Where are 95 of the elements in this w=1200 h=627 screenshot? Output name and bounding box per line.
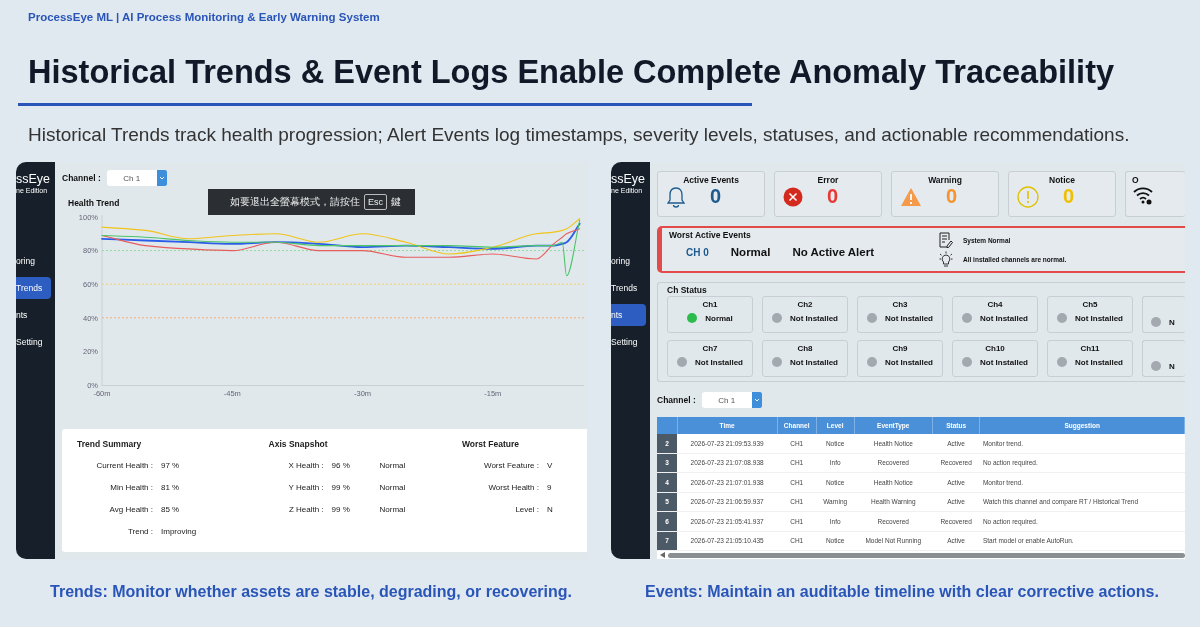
slide-title: Historical Trends & Event Logs Enable Complete Anomaly Traceability — [28, 53, 1116, 91]
field-label: X Health : — [287, 461, 324, 472]
counter-value: 0 — [827, 185, 839, 208]
nav-item[interactable]: Setting — [16, 331, 51, 353]
field-value: 9 — [547, 483, 553, 494]
status-text: Normal — [379, 483, 406, 494]
field-label: Level : — [514, 505, 539, 516]
channel-name: Ch1 — [702, 300, 718, 309]
status-text: Not Installed — [1075, 313, 1123, 323]
counter-label: O — [1132, 175, 1139, 185]
field-value: V — [547, 461, 554, 472]
nav-item[interactable]: Trends — [16, 277, 51, 299]
field-label: Y Health : — [287, 483, 324, 494]
status-text: Normal — [705, 313, 733, 323]
channel-select[interactable]: Ch 1 — [106, 170, 167, 186]
exclamation-icon — [1017, 185, 1039, 208]
section-title: Ch Status — [667, 285, 708, 295]
channel-name: Ch11 — [1080, 344, 1100, 353]
status-text: Not Installed — [885, 357, 933, 367]
warning-icon — [900, 186, 922, 207]
field-value: 81 % — [161, 483, 181, 494]
status-text: Not Installed — [790, 313, 838, 323]
channel-name: Ch8 — [797, 344, 813, 353]
status-text: Not Installed — [1075, 357, 1123, 367]
lightbulb-icon — [939, 251, 953, 267]
caption-text: Events: Maintain an auditable timeline with clear corrective actions. — [645, 583, 1159, 600]
nav-item[interactable]: Trends — [611, 277, 646, 299]
status-text: Not Installed — [695, 357, 743, 367]
field-label: Worst Feature : — [483, 461, 539, 472]
section-title: Worst Feature — [462, 439, 520, 451]
field-value: 99 % — [331, 505, 351, 516]
channel-name: Ch7 — [702, 344, 718, 353]
channel-name: Ch5 — [1082, 300, 1098, 309]
nav-item[interactable]: oring — [611, 250, 646, 272]
channel-name: Ch9 — [892, 344, 908, 353]
channel-name: Ch2 — [797, 300, 813, 309]
channel-text: CH 0 — [686, 246, 709, 258]
status-text: Normal — [379, 461, 406, 472]
field-label: Channel : — [657, 395, 696, 405]
counter-value: 0 — [710, 185, 722, 208]
app-logo: ssEye — [611, 172, 647, 186]
field-value: 96 % — [331, 461, 351, 472]
app-logo: ssEye — [16, 172, 52, 186]
counter-value: 0 — [946, 185, 958, 208]
chart-title: Health Trend — [68, 198, 120, 208]
field-label: Z Health : — [287, 505, 324, 516]
field-label: Trend : — [126, 527, 153, 538]
status-text: Not Installed — [885, 313, 933, 323]
status-text: Not Installed — [790, 357, 838, 367]
wifi-icon — [1132, 185, 1154, 205]
counter-label: Warning — [928, 175, 962, 185]
status-text: N — [1169, 361, 1175, 371]
channel-select[interactable]: Ch 1 — [701, 392, 762, 408]
key-label: Esc — [364, 194, 387, 210]
counter-value: 0 — [1063, 185, 1075, 208]
field-value: Improving — [161, 527, 198, 538]
bell-icon — [666, 185, 686, 208]
toast-message: 鍵 — [391, 195, 401, 209]
field-label: Avg Health : — [108, 505, 153, 516]
counter-label: Active Events — [683, 175, 739, 185]
counter-label: Error — [817, 175, 839, 185]
channel-name: Ch4 — [987, 300, 1003, 309]
nav-item[interactable]: Setting — [611, 331, 646, 353]
status-text: Not Installed — [980, 313, 1028, 323]
scrollbar[interactable] — [657, 551, 1185, 559]
error-icon — [783, 186, 803, 207]
level-text: Normal — [730, 246, 771, 258]
section-title: Axis Snapshot — [268, 439, 329, 451]
field-value: N — [547, 505, 554, 516]
brand-text: ProcessEye ML | AI Process Monitoring & Early Warning System — [27, 10, 381, 23]
nav-item[interactable]: oring — [16, 250, 51, 272]
status-text: Normal — [379, 505, 406, 516]
scroll-arrow-icon[interactable] — [660, 552, 665, 558]
field-label: Current Health : — [95, 461, 153, 472]
status-text: Not Installed — [980, 357, 1028, 367]
channel-name: Ch10 — [985, 344, 1005, 353]
field-label: Worst Health : — [487, 483, 539, 494]
field-label: Min Health : — [109, 483, 153, 494]
field-value: 85 % — [161, 505, 181, 516]
note-icon — [939, 232, 953, 248]
field-value: 97 % — [161, 461, 181, 472]
nav-item[interactable]: nts — [16, 304, 51, 326]
nav-item[interactable]: nts — [611, 304, 646, 326]
field-value: 99 % — [331, 483, 351, 494]
toast-message: 如要退出全螢幕模式，請按住 — [230, 195, 360, 209]
caption-text: Trends: Monitor whether assets are stable, degrading, or recovering. — [50, 583, 572, 600]
slide-description: Historical Trends track health progression; Alert Events log timestamps, severity levels, statuses, and actionable recommendations. — [28, 124, 1131, 146]
counter-label: Notice — [1049, 175, 1075, 185]
field-label: Channel : — [62, 173, 101, 183]
scrollbar-thumb[interactable] — [668, 552, 1185, 558]
section-title: Worst Active Events — [669, 230, 752, 240]
channel-name: Ch3 — [892, 300, 908, 309]
alert-message: No Active Alert — [792, 246, 874, 258]
section-title: Trend Summary — [77, 439, 143, 451]
status-text: N — [1169, 317, 1175, 327]
